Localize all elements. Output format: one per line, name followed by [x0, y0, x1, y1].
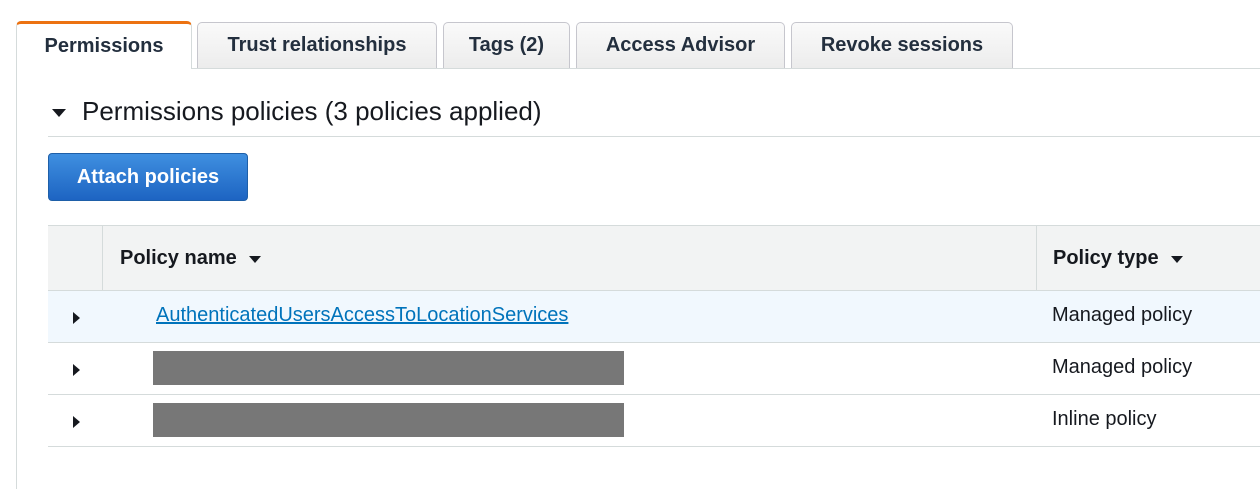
tab-trust-relationships[interactable]: Trust relationships	[197, 22, 437, 68]
policy-name-column-header[interactable]: Policy name	[120, 226, 261, 290]
policies-table: Policy name Policy type AuthenticatedUse…	[48, 225, 1260, 447]
tab-tags[interactable]: Tags (2)	[443, 22, 570, 68]
expand-row-icon[interactable]	[73, 416, 80, 428]
redacted-policy-name	[153, 403, 624, 437]
sort-caret-icon	[1170, 255, 1183, 263]
section-title: Permissions policies (3 policies applied…	[82, 96, 542, 126]
column-divider	[1036, 226, 1037, 290]
policy-name-link[interactable]: AuthenticatedUsersAccessToLocationServic…	[156, 304, 568, 327]
redacted-policy-name	[153, 351, 624, 385]
policy-type: Managed policy	[1052, 356, 1193, 378]
permissions-policies-header[interactable]: Permissions policies (3 policies applied…	[52, 96, 542, 127]
tab-access-advisor[interactable]: Access Advisor	[576, 22, 785, 68]
table-row: Managed policy	[48, 343, 1260, 395]
table-row: Inline policy	[48, 395, 1260, 447]
expand-row-icon[interactable]	[73, 364, 80, 376]
column-label: Policy name	[120, 246, 237, 269]
sort-caret-icon	[248, 255, 261, 263]
expand-row-icon[interactable]	[73, 312, 80, 324]
policy-type: Inline policy	[1052, 408, 1157, 430]
column-label: Policy type	[1053, 246, 1159, 269]
divider	[48, 136, 1260, 137]
expand-column-header	[48, 226, 103, 290]
caret-down-icon	[52, 108, 66, 117]
policy-type-column-header[interactable]: Policy type	[1053, 226, 1183, 290]
tab-permissions[interactable]: Permissions	[16, 21, 192, 69]
table-row: AuthenticatedUsersAccessToLocationServic…	[48, 291, 1260, 343]
attach-policies-button[interactable]: Attach policies	[48, 153, 248, 201]
table-header: Policy name Policy type	[48, 225, 1260, 291]
tab-revoke-sessions[interactable]: Revoke sessions	[791, 22, 1013, 68]
policy-type: Managed policy	[1052, 304, 1193, 326]
